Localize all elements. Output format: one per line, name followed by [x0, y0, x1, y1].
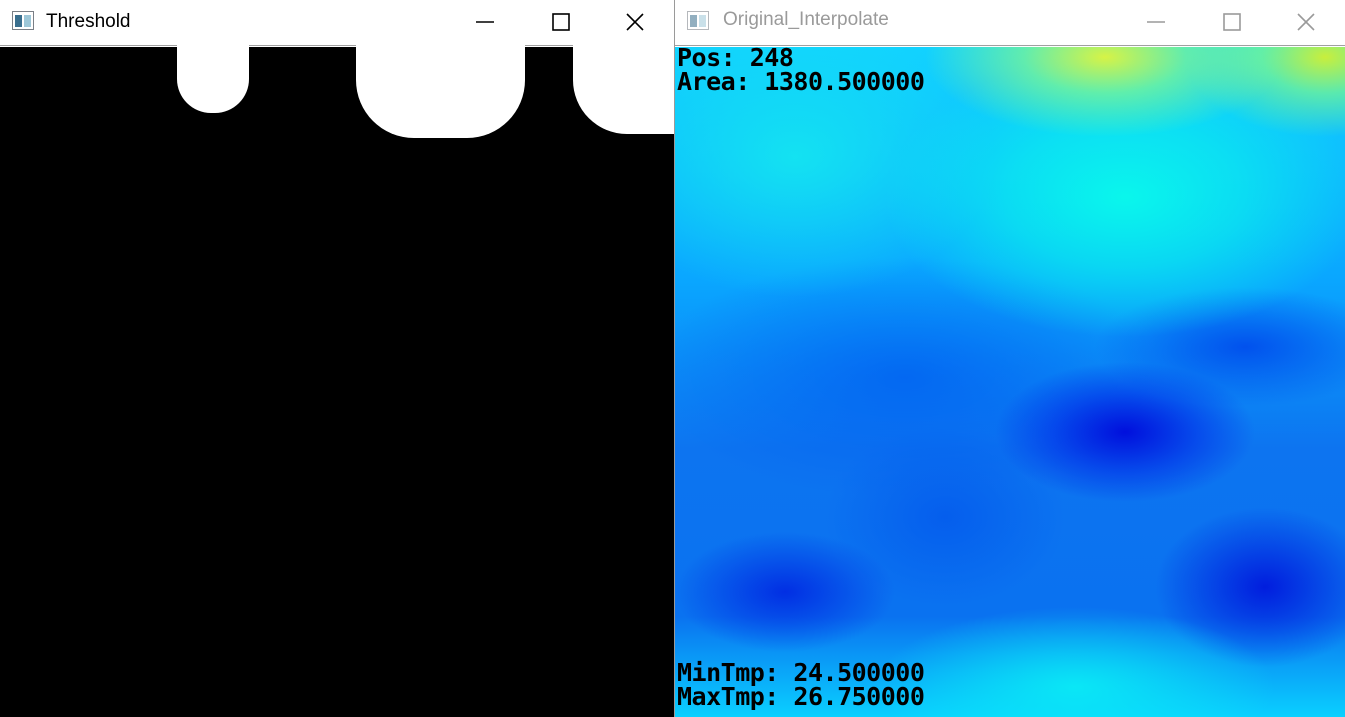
minimize-button[interactable]	[1123, 0, 1189, 44]
max-temp-readout: MaxTmp: 26.750000	[677, 682, 925, 711]
maximize-button[interactable]	[1199, 0, 1265, 44]
min-temp-readout: MinTmp: 24.500000	[677, 658, 925, 687]
minimize-icon	[1147, 21, 1165, 23]
threshold-blob	[177, 37, 249, 113]
close-button[interactable]	[1273, 0, 1339, 44]
pos-readout: Pos: 248	[677, 47, 794, 72]
maximize-icon	[1223, 13, 1241, 31]
maximize-icon	[552, 13, 570, 31]
interpolate-titlebar[interactable]: Original_Interpolate	[675, 0, 1345, 46]
window-title: Threshold	[46, 11, 131, 32]
minimize-icon	[476, 21, 494, 23]
threshold-blob	[356, 37, 525, 138]
window-title: Original_Interpolate	[723, 9, 889, 30]
area-readout: Area: 1380.500000	[677, 67, 925, 96]
interpolate-window[interactable]: Original_Interpolate Pos: 248 Area: 1380…	[675, 0, 1345, 717]
close-icon	[1297, 13, 1315, 31]
app-window-icon[interactable]	[12, 11, 34, 30]
threshold-blob	[573, 37, 674, 134]
threshold-image	[0, 37, 674, 717]
heatmap-image: Pos: 248 Area: 1380.500000 MinTmp: 24.50…	[675, 47, 1345, 717]
threshold-window[interactable]: Threshold	[0, 0, 674, 717]
close-icon	[626, 13, 644, 31]
app-window-icon[interactable]	[687, 11, 709, 30]
